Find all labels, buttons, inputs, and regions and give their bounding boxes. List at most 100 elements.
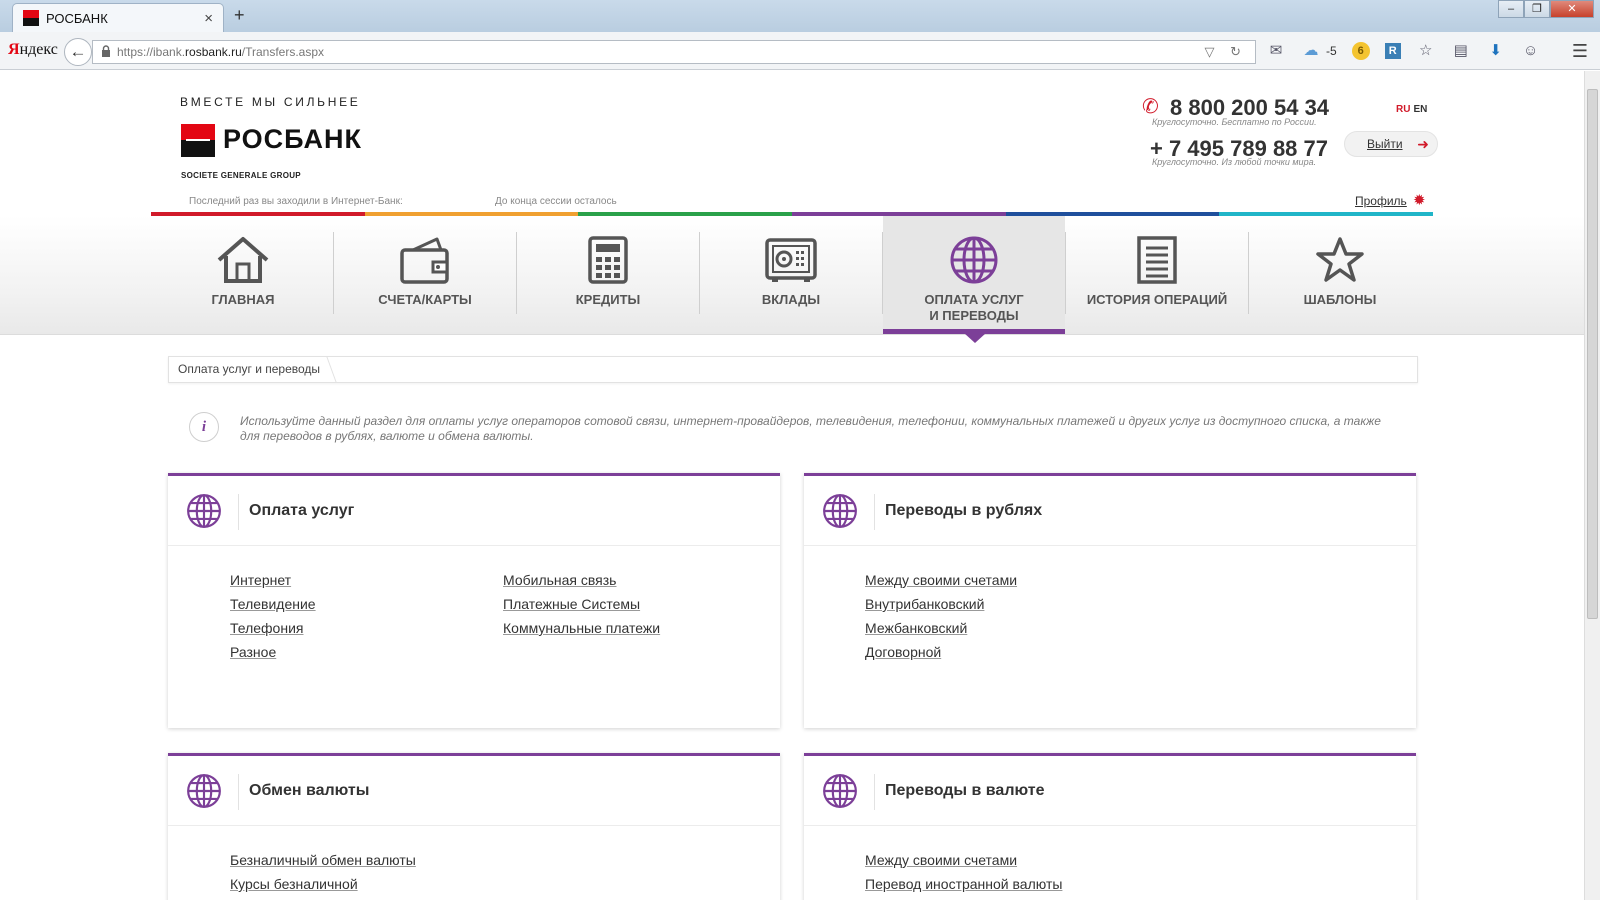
lock-icon: [101, 44, 111, 60]
card-header: Переводы в валюте: [804, 756, 1416, 826]
link-misc[interactable]: Разное: [230, 640, 316, 664]
maximize-button[interactable]: ❐: [1524, 0, 1550, 18]
nav-label-accounts: СЧЕТА/КАРТЫ: [378, 292, 472, 307]
minimize-button[interactable]: –: [1498, 0, 1524, 18]
rosbank-logo-icon[interactable]: [181, 124, 215, 157]
tab-close-icon[interactable]: ×: [204, 10, 213, 27]
coin-icon[interactable]: 6: [1351, 42, 1370, 60]
browser-titlebar: РОСБАНК × + – ❐ ✕: [0, 0, 1600, 32]
nav-label-payments: ОПЛАТА УСЛУГ И ПЕРЕВОДЫ: [883, 292, 1065, 324]
lang-en[interactable]: EN: [1413, 104, 1427, 115]
link-fx-own-accounts[interactable]: Между своими счетами: [865, 848, 1062, 872]
link-utilities[interactable]: Коммунальные платежи: [503, 616, 660, 640]
logo-text[interactable]: РОСБАНК: [223, 124, 362, 155]
link-column: Между своими счетами Перевод иностранной…: [865, 848, 1062, 896]
card-divider: [238, 774, 239, 810]
info-icon: i: [189, 412, 219, 442]
document-icon: [1066, 232, 1248, 288]
nav-label-deposits: ВКЛАДЫ: [761, 292, 821, 307]
close-window-button[interactable]: ✕: [1550, 0, 1594, 18]
page-scrollbar[interactable]: [1584, 71, 1600, 900]
r-extension-icon[interactable]: R: [1384, 43, 1401, 59]
link-own-accounts[interactable]: Между своими счетами: [865, 568, 1017, 592]
nav-item-credits[interactable]: КРЕДИТЫ: [517, 216, 699, 334]
profile-link[interactable]: Профиль: [1355, 194, 1407, 208]
link-internet[interactable]: Интернет: [230, 568, 316, 592]
logout-button[interactable]: Выйти ➜: [1344, 131, 1438, 157]
chat-icon[interactable]: ☺: [1521, 41, 1541, 61]
scrollbar-thumb[interactable]: [1587, 89, 1598, 619]
card-body: Между своими счетами Перевод иностранной…: [804, 826, 1416, 900]
info-text: Используйте данный раздел для оплаты усл…: [240, 414, 1381, 443]
globe-icon: [187, 774, 221, 808]
wallet-icon: [334, 232, 516, 288]
url-path: /Transfers.aspx: [241, 45, 324, 59]
card-divider: [874, 494, 875, 530]
card-divider: [238, 494, 239, 530]
yandex-logo-rest: ндекс: [19, 41, 58, 58]
bookmark-star-icon[interactable]: ☆: [1416, 41, 1436, 61]
phone-icon: ✆: [1142, 96, 1159, 118]
profile-gear-icon[interactable]: ✹: [1413, 191, 1426, 209]
card-header: Переводы в рублях: [804, 476, 1416, 546]
reload-icon[interactable]: ▽ ↻: [1204, 44, 1255, 60]
link-intrabank[interactable]: Внутрибанковский: [865, 592, 1017, 616]
link-payment-systems[interactable]: Платежные Системы: [503, 592, 660, 616]
link-cashless-rates[interactable]: Курсы безналичной: [230, 872, 416, 896]
weather-cloud-icon[interactable]: ☁: [1301, 41, 1321, 61]
card-header: Оплата услуг: [168, 476, 780, 546]
yandex-logo[interactable]: Яндекс: [8, 41, 58, 59]
card-title: Переводы в рублях: [885, 502, 1043, 519]
breadcrumb: Оплата услуг и переводы: [168, 356, 1418, 383]
phone-free-note: Круглосуточно. Бесплатно по России.: [1152, 117, 1317, 127]
card-divider: [874, 774, 875, 810]
card-body: Интернет Телевидение Телефония Разное Мо…: [168, 546, 780, 728]
globe-icon: [823, 494, 857, 528]
nav-item-home[interactable]: ГЛАВНАЯ: [152, 216, 334, 334]
nav-item-history[interactable]: ИСТОРИЯ ОПЕРАЦИЙ: [1066, 216, 1248, 334]
logout-arrow-icon: ➜: [1417, 136, 1429, 152]
nav-item-payments[interactable]: ОПЛАТА УСЛУГ И ПЕРЕВОДЫ: [883, 216, 1065, 334]
safe-icon: [700, 232, 882, 288]
reading-list-icon[interactable]: ▤: [1451, 41, 1471, 61]
link-interbank[interactable]: Межбанковский: [865, 616, 1017, 640]
nav-item-deposits[interactable]: ВКЛАДЫ: [700, 216, 882, 334]
link-cashless-exchange[interactable]: Безналичный обмен валюты: [230, 848, 416, 872]
link-telephony[interactable]: Телефония: [230, 616, 316, 640]
card-title: Обмен валюты: [249, 782, 370, 799]
back-button[interactable]: ←: [64, 38, 92, 66]
nav-label-home: ГЛАВНАЯ: [211, 292, 275, 307]
card-title: Оплата услуг: [249, 502, 355, 519]
card-title: Переводы в валюте: [885, 782, 1045, 799]
nav-item-accounts[interactable]: СЧЕТА/КАРТЫ: [334, 216, 516, 334]
nav-label-templates: ШАБЛОНЫ: [1303, 292, 1377, 307]
browser-menu-icon[interactable]: ☰: [1572, 41, 1588, 62]
nav-label-payments-line1: ОПЛАТА УСЛУГ: [924, 292, 1024, 307]
nav-label-credits: КРЕДИТЫ: [575, 292, 641, 307]
link-column: Мобильная связь Платежные Системы Коммун…: [503, 568, 660, 640]
card-body: Безналичный обмен валюты Курсы безналичн…: [168, 826, 780, 900]
rosbank-favicon-icon: [23, 10, 39, 26]
active-tab-pointer: [964, 333, 986, 343]
mail-icon[interactable]: ✉: [1266, 41, 1286, 61]
link-foreign-transfer[interactable]: Перевод иностранной валюты: [865, 872, 1062, 896]
last-visit-text: Последний раз вы заходили в Интернет-Бан…: [189, 196, 403, 207]
nav-item-templates[interactable]: ШАБЛОНЫ: [1249, 216, 1431, 334]
download-icon[interactable]: ⬇: [1486, 41, 1506, 61]
nav-label-payments-line2: И ПЕРЕВОДЫ: [929, 308, 1019, 323]
link-contract[interactable]: Договорной: [865, 640, 1017, 664]
card-fx-transfers: Переводы в валюте Между своими счетами П…: [804, 753, 1416, 900]
lang-ru[interactable]: RU: [1396, 104, 1410, 115]
nav-label-history: ИСТОРИЯ ОПЕРАЦИЙ: [1086, 292, 1228, 307]
new-tab-button[interactable]: +: [234, 5, 245, 26]
breadcrumb-item[interactable]: Оплата услуг и переводы: [178, 362, 320, 376]
address-bar[interactable]: https://ibank.rosbank.ru/Transfers.aspx …: [92, 40, 1256, 64]
link-tv[interactable]: Телевидение: [230, 592, 316, 616]
slogan: ВМЕСТЕ МЫ СИЛЬНЕЕ: [180, 95, 361, 109]
link-mobile[interactable]: Мобильная связь: [503, 568, 660, 592]
browser-toolbar: Яндекс ← https://ibank.rosbank.ru/Transf…: [0, 32, 1600, 70]
star-icon: [1249, 232, 1431, 288]
card-header: Обмен валюты: [168, 756, 780, 826]
browser-tab[interactable]: РОСБАНК ×: [12, 3, 224, 32]
home-icon: [152, 232, 334, 288]
